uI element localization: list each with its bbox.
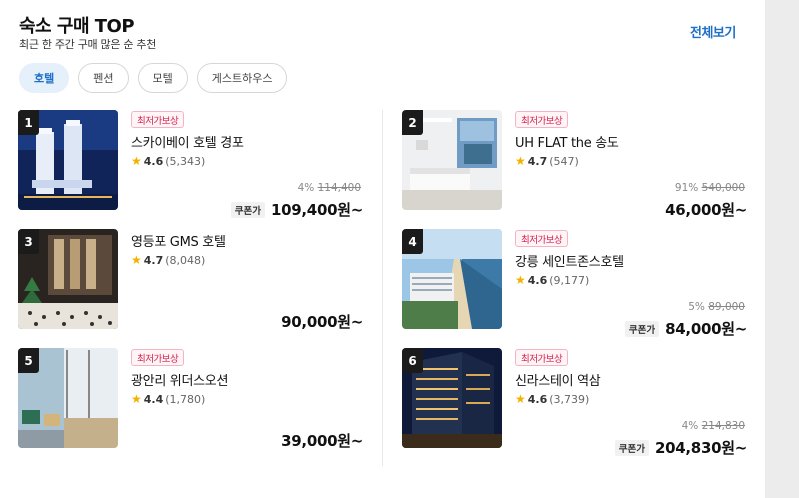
original-price: 540,000 (701, 182, 745, 194)
rating: ★ 4.7 (8,048) (131, 253, 205, 267)
rating-score: 4.7 (527, 154, 548, 168)
lowest-price-badge: 최저가보상 (515, 111, 569, 128)
original-price: 114,400 (317, 182, 361, 194)
rank-badge: 1 (18, 110, 39, 135)
rank-badge: 5 (18, 348, 39, 373)
review-count: (1,780) (165, 392, 206, 406)
discount-info: 91% 540,000 (675, 182, 745, 194)
hotel-card[interactable]: 1 최저가보상 스카이베이 호텔 경포 ★ 4.6 (5,343) 4% 114… (18, 110, 363, 219)
section-subtitle: 최근 한 주간 구매 많은 순 추천 (19, 38, 157, 51)
discount-percent: 4% (681, 420, 699, 432)
hotel-thumbnail: 1 (18, 110, 118, 210)
star-icon: ★ (515, 154, 526, 168)
review-count: (547) (549, 154, 579, 168)
discount-percent: 4% (297, 182, 315, 194)
rank-badge: 3 (18, 229, 39, 254)
rating-score: 4.4 (143, 392, 164, 406)
rating: ★ 4.6 (9,177) (515, 273, 589, 287)
tab-hotel[interactable]: 호텔 (19, 63, 70, 93)
star-icon: ★ (515, 273, 526, 287)
star-icon: ★ (131, 154, 142, 168)
tab-guesthouse[interactable]: 게스트하우스 (196, 63, 288, 93)
star-icon: ★ (131, 253, 142, 267)
star-icon: ★ (515, 392, 526, 406)
discount-info: 5% 89,000 (688, 301, 745, 313)
rating: ★ 4.7 (547) (515, 154, 579, 168)
section-title: 숙소 구매 TOP (19, 16, 135, 37)
price: 46,000원~ (665, 201, 747, 219)
price: 39,000원~ (281, 432, 363, 450)
discount-percent: 91% (674, 182, 699, 194)
original-price: 214,830 (701, 420, 745, 432)
hotel-card[interactable]: 5 최저가보상 광안리 위더스오션 ★ 4.4 (1,780) 39,000원~ (18, 348, 363, 451)
hotel-name[interactable]: UH FLAT the 송도 (515, 132, 619, 151)
hotel-thumbnail: 4 (402, 229, 502, 329)
rating: ★ 4.6 (5,343) (131, 154, 205, 168)
price-row: 90,000원~ (281, 311, 363, 332)
hotel-thumbnail: 2 (402, 110, 502, 210)
coupon-label: 쿠폰가 (624, 320, 660, 337)
hotel-name[interactable]: 신라스테이 역삼 (515, 370, 601, 389)
coupon-label: 쿠폰가 (230, 201, 265, 218)
hotel-card[interactable]: 2 최저가보상 UH FLAT the 송도 ★ 4.7 (547) 91% 5… (402, 110, 747, 219)
price: 204,830원~ (655, 439, 747, 457)
hotel-card[interactable]: 6 최저가보상 신라스테이 역삼 ★ 4.6 (3,739) 4% 214,83… (402, 348, 747, 457)
hotel-name[interactable]: 광안리 위더스오션 (131, 370, 228, 389)
page-gutter (765, 0, 799, 498)
price: 109,400원~ (271, 201, 363, 219)
lowest-price-badge: 최저가보상 (515, 349, 569, 366)
rank-badge: 6 (402, 348, 423, 373)
price-row: 쿠폰가 109,400원~ (230, 199, 363, 220)
review-count: (8,048) (165, 253, 206, 267)
see-all-link[interactable]: 전체보기 (690, 22, 736, 41)
discount-percent: 5% (688, 301, 705, 313)
hotel-name[interactable]: 스카이베이 호텔 경포 (131, 132, 244, 151)
price-row: 39,000원~ (281, 430, 363, 451)
lowest-price-badge: 최저가보상 (131, 111, 185, 128)
category-tabs: 호텔 펜션 모텔 게스트하우스 (19, 63, 288, 93)
price-row: 46,000원~ (665, 199, 747, 220)
lowest-price-badge: 최저가보상 (131, 349, 185, 366)
rating-score: 4.6 (527, 273, 548, 287)
coupon-label: 쿠폰가 (614, 439, 649, 456)
hotel-name[interactable]: 강릉 세인트존스호텔 (515, 251, 624, 270)
review-count: (9,177) (549, 273, 590, 287)
column-divider (382, 110, 383, 466)
rank-badge: 2 (402, 110, 423, 135)
hotel-thumbnail: 3 (18, 229, 118, 329)
discount-info: 4% 114,400 (298, 182, 361, 194)
discount-info: 4% 214,830 (682, 420, 745, 432)
price-row: 쿠폰가 84,000원~ (624, 318, 747, 339)
price: 84,000원~ (665, 320, 747, 338)
hotel-card[interactable]: 4 최저가보상 강릉 세인트존스호텔 ★ 4.6 (9,177) 5% 89,0… (402, 229, 747, 338)
review-count: (3,739) (549, 392, 590, 406)
rating-score: 4.6 (527, 392, 548, 406)
hotel-thumbnail: 6 (402, 348, 502, 448)
hotel-card[interactable]: 3 영등포 GMS 호텔 ★ 4.7 (8,048) 90,000원~ (18, 229, 363, 332)
review-count: (5,343) (165, 154, 206, 168)
rating: ★ 4.4 (1,780) (131, 392, 205, 406)
lowest-price-badge: 최저가보상 (515, 230, 569, 247)
price-row: 쿠폰가 204,830원~ (614, 437, 747, 458)
tab-motel[interactable]: 모텔 (137, 63, 188, 93)
rating-score: 4.7 (143, 253, 164, 267)
rating-score: 4.6 (143, 154, 164, 168)
hotel-thumbnail: 5 (18, 348, 118, 448)
tab-pension[interactable]: 펜션 (78, 63, 129, 93)
price: 90,000원~ (281, 313, 363, 331)
original-price: 89,000 (708, 301, 745, 313)
hotel-name[interactable]: 영등포 GMS 호텔 (131, 231, 226, 250)
star-icon: ★ (131, 392, 142, 406)
rank-badge: 4 (402, 229, 423, 254)
rating: ★ 4.6 (3,739) (515, 392, 589, 406)
